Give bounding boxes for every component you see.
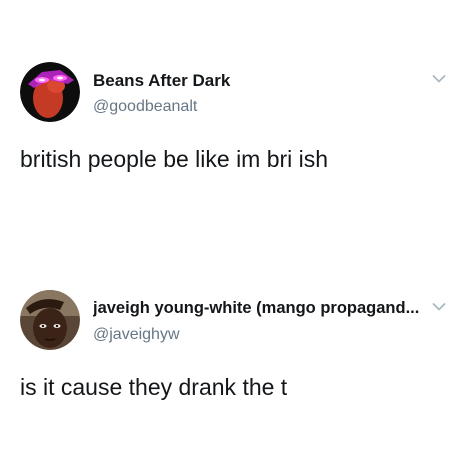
tweet-text: is it cause they drank the t [20,374,288,400]
person-avatar-icon [20,290,80,350]
avatar[interactable] [20,62,80,122]
chevron-down-icon[interactable] [432,74,446,84]
tweet-text: british people be like im bri ish [20,146,329,172]
bean-avatar-icon [20,62,80,122]
user-handle[interactable]: @javeighyw [93,326,180,344]
display-name[interactable]: javeigh young-white (mango propagand... [93,299,423,318]
avatar[interactable] [20,290,80,350]
chevron-down-icon[interactable] [432,302,446,312]
display-name[interactable]: Beans After Dark [93,71,393,91]
user-handle[interactable]: @goodbeanalt [93,98,197,116]
